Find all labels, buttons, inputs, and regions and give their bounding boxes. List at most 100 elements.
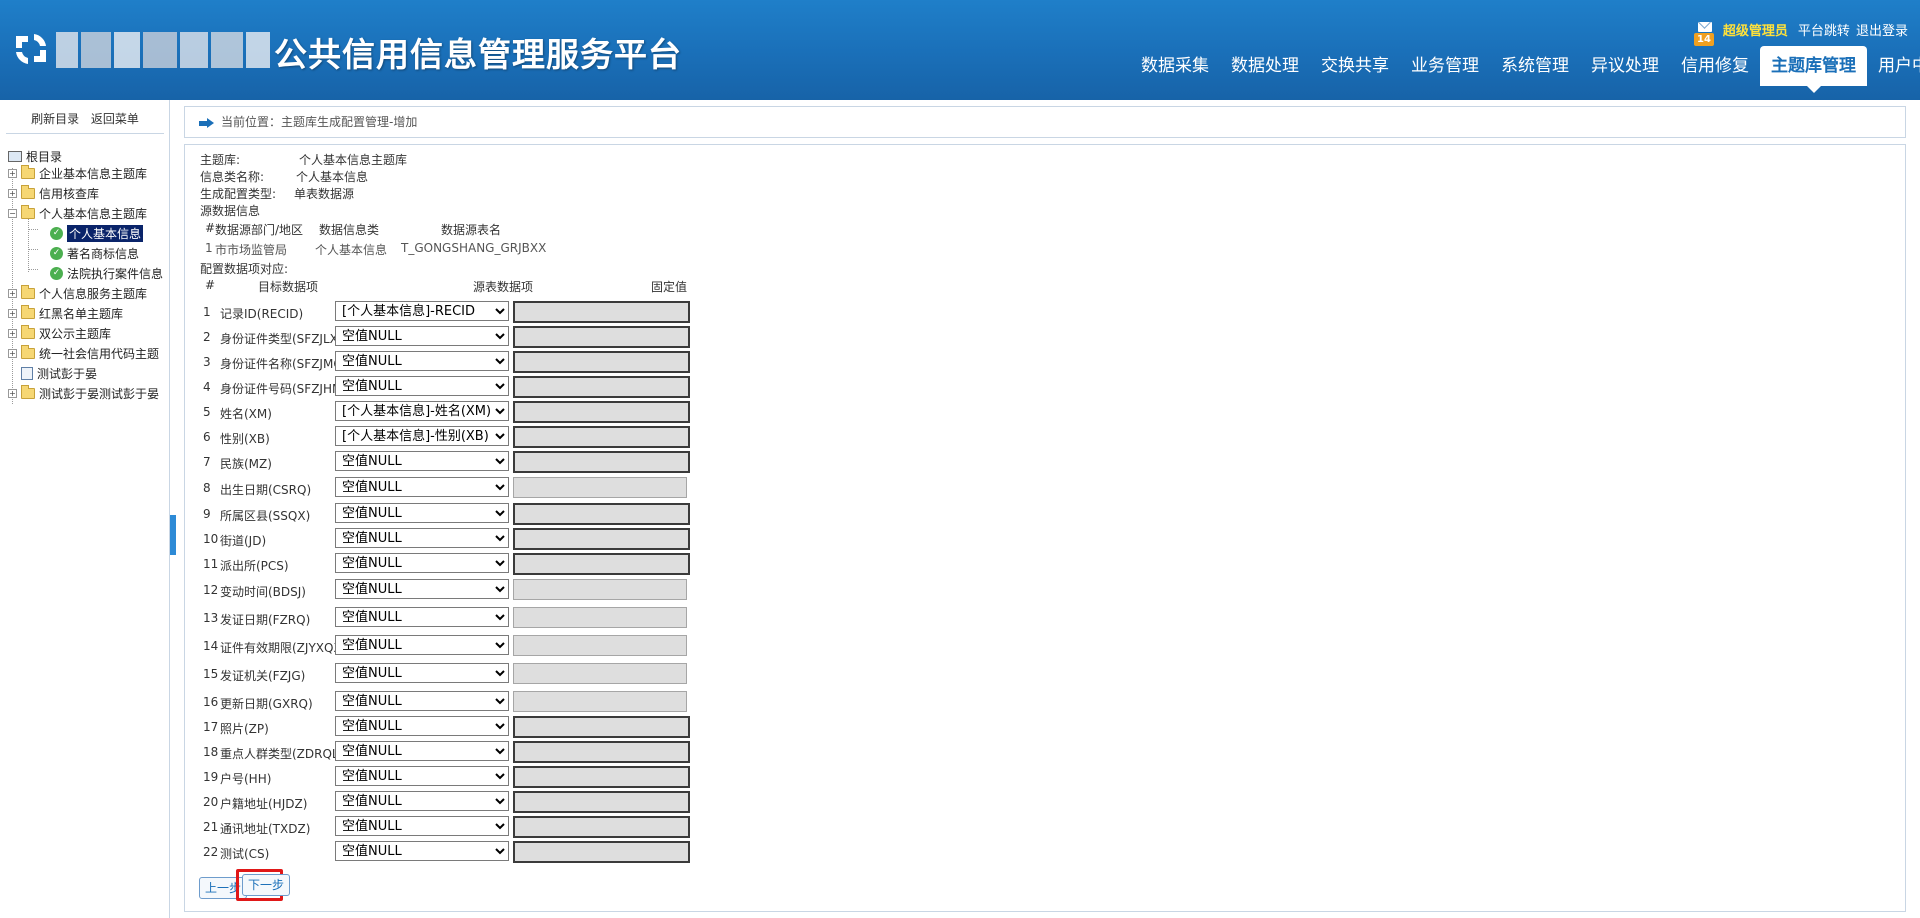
source-field-select[interactable]: 空值NULL <box>335 376 509 396</box>
nav-data-processing[interactable]: 数据处理 <box>1220 46 1310 86</box>
fixed-value-input[interactable] <box>513 716 690 738</box>
source-field-select[interactable]: 空值NULL <box>335 691 509 711</box>
expand-icon[interactable]: + <box>8 168 17 178</box>
row-target: 重点人群类型(ZDRQLX) <box>220 747 352 761</box>
source-field-select[interactable]: 空值NULL <box>335 791 509 811</box>
tree-node[interactable]: + 信用核查库 <box>8 183 99 203</box>
fixed-value-input[interactable] <box>513 579 687 600</box>
source-field-select[interactable]: 空值NULL <box>335 351 509 371</box>
source-field-select[interactable]: 空值NULL <box>335 766 509 786</box>
expand-icon[interactable]: + <box>8 388 17 398</box>
return-menu-link[interactable]: 返回菜单 <box>91 112 139 126</box>
nav-credit-repair[interactable]: 信用修复 <box>1670 46 1760 86</box>
tree-node[interactable]: + 双公示主题库 <box>8 323 111 343</box>
fixed-value-input[interactable] <box>513 451 690 473</box>
fixed-value-input[interactable] <box>513 791 690 813</box>
fixed-value-input[interactable] <box>513 326 690 348</box>
nav-user-center[interactable]: 用户中心 <box>1867 46 1920 86</box>
nav-theme-library-management[interactable]: 主题库管理 <box>1760 46 1867 93</box>
row-target: 发证机关(FZJG) <box>220 669 306 683</box>
source-field-select[interactable]: 空值NULL <box>335 553 509 573</box>
source-field-select[interactable]: 空值NULL <box>335 477 509 497</box>
expand-icon[interactable]: + <box>8 288 17 298</box>
tree-node[interactable]: + 个人信息服务主题库 <box>8 283 147 303</box>
tree-node[interactable]: + 红黑名单主题库 <box>8 303 123 323</box>
fixed-value-input[interactable] <box>513 741 690 763</box>
folder-icon <box>21 324 35 339</box>
platform-jump-link[interactable]: 平台跳转 <box>1798 24 1850 39</box>
folder-icon <box>21 384 35 399</box>
tree-node-label: 个人基本信息 <box>67 224 144 242</box>
expand-icon[interactable]: + <box>8 308 17 318</box>
nav-objection-handling[interactable]: 异议处理 <box>1580 46 1670 86</box>
main-content: 当前位置：主题库生成配置管理-增加 主题库: 个人基本信息主题库 信息类名称: … <box>178 100 1920 918</box>
source-field-select[interactable]: [个人基本信息]-姓名(XM) <box>335 401 509 421</box>
source-field-select[interactable]: 空值NULL <box>335 841 509 861</box>
fixed-value-input[interactable] <box>513 528 690 550</box>
source-col-table: 数据源表名 <box>441 223 502 237</box>
source-field-select[interactable]: 空值NULL <box>335 579 509 599</box>
fixed-value-input[interactable] <box>513 401 690 423</box>
fixed-value-input[interactable] <box>513 426 690 448</box>
source-field-select[interactable]: 空值NULL <box>335 607 509 627</box>
user-role[interactable]: 超级管理员 <box>1723 24 1788 39</box>
tree-node[interactable]: + 统一社会信用代码主题 <box>8 343 159 363</box>
collapse-icon[interactable]: − <box>8 208 17 218</box>
fixed-value-input[interactable] <box>513 301 690 323</box>
source-field-select[interactable]: 空值NULL <box>335 528 509 548</box>
fixed-value-input[interactable] <box>513 477 687 498</box>
nav-exchange-sharing[interactable]: 交换共享 <box>1310 46 1400 86</box>
expand-icon[interactable]: + <box>8 188 17 198</box>
sidebar-collapse-handle[interactable] <box>170 515 176 555</box>
fixed-value-input[interactable] <box>513 376 690 398</box>
fixed-value-input[interactable] <box>513 351 690 373</box>
fixed-value-input[interactable] <box>513 503 690 525</box>
fixed-value-input[interactable] <box>513 607 687 628</box>
source-table-row: 1 市市场监管局 个人基本信息 T_GONGSHANG_GRJBXX <box>205 241 546 257</box>
logout-link[interactable]: 退出登录 <box>1856 24 1908 39</box>
row-num: 22 <box>203 845 219 859</box>
breadcrumb-text: 当前位置：主题库生成配置管理-增加 <box>221 115 418 129</box>
tree-node-label: 个人信息服务主题库 <box>39 286 148 301</box>
source-field-select[interactable]: 空值NULL <box>335 635 509 655</box>
fixed-value-input[interactable] <box>513 663 687 684</box>
source-field-select[interactable]: [个人基本信息]-性别(XB) <box>335 426 509 446</box>
tree-node[interactable]: − 个人基本信息主题库 <box>8 203 147 223</box>
mapping-col-fixed: 固定值 <box>651 280 688 294</box>
fixed-value-input[interactable] <box>513 766 690 788</box>
refresh-directory-link[interactable]: 刷新目录 <box>31 112 79 126</box>
nav-business-management[interactable]: 业务管理 <box>1400 46 1490 86</box>
row-num: 1 <box>203 305 211 319</box>
fixed-value-input[interactable] <box>513 691 687 712</box>
logo-icon <box>16 34 46 64</box>
source-field-select[interactable]: 空值NULL <box>335 451 509 471</box>
expand-icon[interactable]: + <box>8 328 17 338</box>
tree-node[interactable]: 测试彭于晏 <box>8 363 97 383</box>
source-field-select[interactable]: 空值NULL <box>335 663 509 683</box>
fixed-value-input[interactable] <box>513 841 690 863</box>
fixed-value-input[interactable] <box>513 816 690 838</box>
row-target: 身份证件类型(SFZJLX) <box>220 332 343 346</box>
tree-node-selected[interactable]: ✓ 个人基本信息 <box>50 223 144 243</box>
tree-node[interactable]: ✓ 法院执行案件信息 <box>50 263 163 283</box>
source-field-select[interactable]: 空值NULL <box>335 716 509 736</box>
tree-node[interactable]: ✓ 著名商标信息 <box>50 243 139 263</box>
info-type-row: 信息类名称: 个人基本信息 <box>200 168 368 185</box>
mail-icon[interactable]: 14 <box>1694 18 1716 46</box>
source-field-select[interactable]: 空值NULL <box>335 816 509 836</box>
source-field-select[interactable]: 空值NULL <box>335 741 509 761</box>
source-field-select[interactable]: 空值NULL <box>335 503 509 523</box>
expand-icon[interactable]: + <box>8 348 17 358</box>
nav-system-management[interactable]: 系统管理 <box>1490 46 1580 86</box>
next-step-button[interactable]: 下一步 <box>242 874 291 896</box>
tree-node[interactable]: + 测试彭于晏测试彭于晏 <box>8 383 159 403</box>
nav-data-collection[interactable]: 数据采集 <box>1130 46 1220 86</box>
source-field-select[interactable]: [个人基本信息]-RECID <box>335 301 509 321</box>
fixed-value-input[interactable] <box>513 635 687 656</box>
tree-node[interactable]: + 企业基本信息主题库 <box>8 163 147 183</box>
fixed-value-input[interactable] <box>513 553 690 575</box>
row-target: 证件有效期限(ZJYXQX) <box>220 641 347 655</box>
main-nav: 数据采集 数据处理 交换共享 业务管理 系统管理 异议处理 信用修复 主题库管理… <box>1130 46 1920 93</box>
source-field-select[interactable]: 空值NULL <box>335 326 509 346</box>
row-target: 民族(MZ) <box>220 457 272 471</box>
